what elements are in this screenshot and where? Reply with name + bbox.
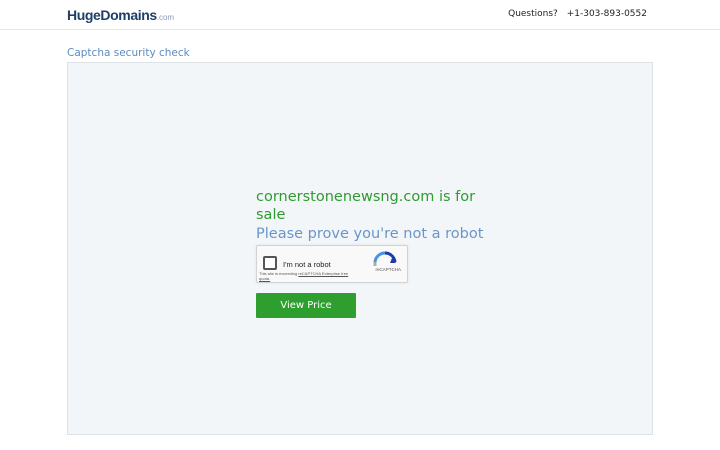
hugedomains-logo[interactable]: HugeDomains.com: [67, 7, 174, 26]
phone-number[interactable]: +1-303-893-0552: [567, 9, 647, 19]
recaptcha-logo-icon: [373, 251, 397, 266]
captcha-panel: cornerstonenewsng.com is for sale Please…: [67, 62, 653, 435]
prove-not-robot-text: Please prove you're not a robot: [256, 226, 484, 242]
questions-label: Questions?: [508, 9, 558, 19]
contact-info: Questions? +1-303-893-0552: [508, 9, 647, 19]
site-header: HugeDomains.com Questions? +1-303-893-05…: [0, 0, 720, 30]
view-price-button[interactable]: View Price: [256, 293, 356, 318]
recaptcha-checkbox-label: I'm not a robot: [283, 260, 331, 269]
recaptcha-widget: I'm not a robot This site is exceeding r…: [256, 245, 408, 283]
logo-domains-text: Domains: [100, 7, 157, 23]
recaptcha-brand: reCAPTCHA: [375, 267, 401, 272]
recaptcha-checkbox[interactable]: [263, 256, 277, 270]
captcha-check-heading: Captcha security check: [67, 47, 190, 59]
domain-for-sale-title: cornerstonenewsng.com is for sale: [256, 189, 476, 223]
logo-com-text: .com: [156, 13, 175, 22]
logo-huge-text: Huge: [67, 7, 101, 23]
recaptcha-quota-note: This site is exceeding reCAPTCHA Enterpr…: [259, 271, 349, 281]
